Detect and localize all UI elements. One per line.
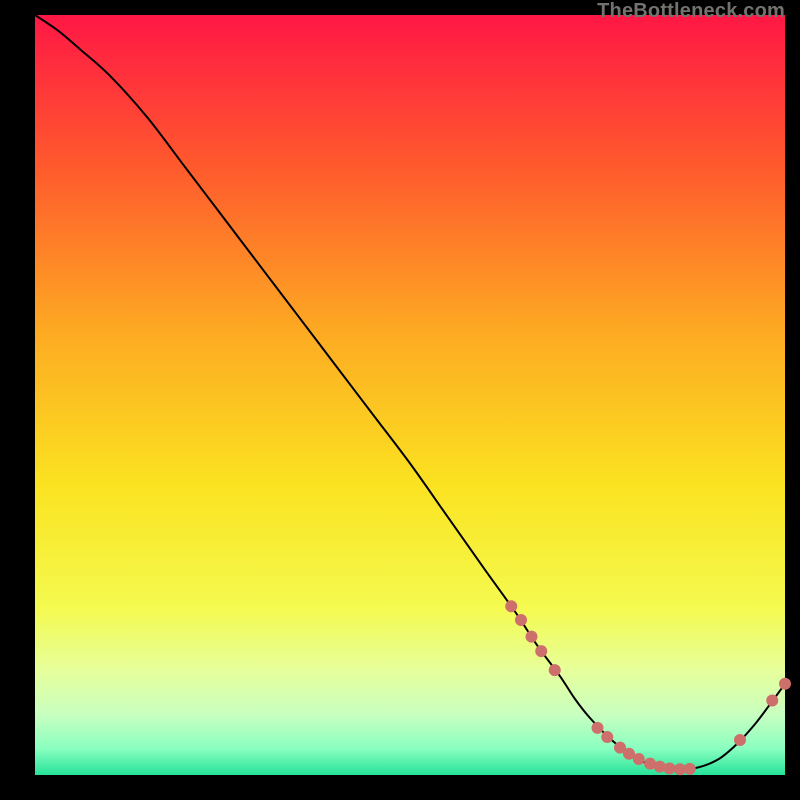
bottleneck-curve	[35, 15, 785, 770]
data-marker	[526, 631, 538, 643]
data-marker	[549, 664, 561, 676]
curve-layer	[35, 15, 785, 775]
plot-area	[35, 15, 785, 775]
chart-stage: TheBottleneck.com	[0, 0, 800, 800]
data-marker	[505, 600, 517, 612]
data-marker	[779, 678, 791, 690]
data-marker	[601, 731, 613, 743]
data-marker	[515, 614, 527, 626]
data-markers	[505, 600, 791, 775]
data-marker	[766, 695, 778, 707]
data-marker	[592, 722, 604, 734]
data-marker	[535, 645, 547, 657]
data-marker	[684, 763, 696, 775]
data-marker	[664, 763, 676, 775]
data-marker	[633, 753, 645, 765]
data-marker	[734, 734, 746, 746]
attribution-label: TheBottleneck.com	[597, 0, 785, 23]
